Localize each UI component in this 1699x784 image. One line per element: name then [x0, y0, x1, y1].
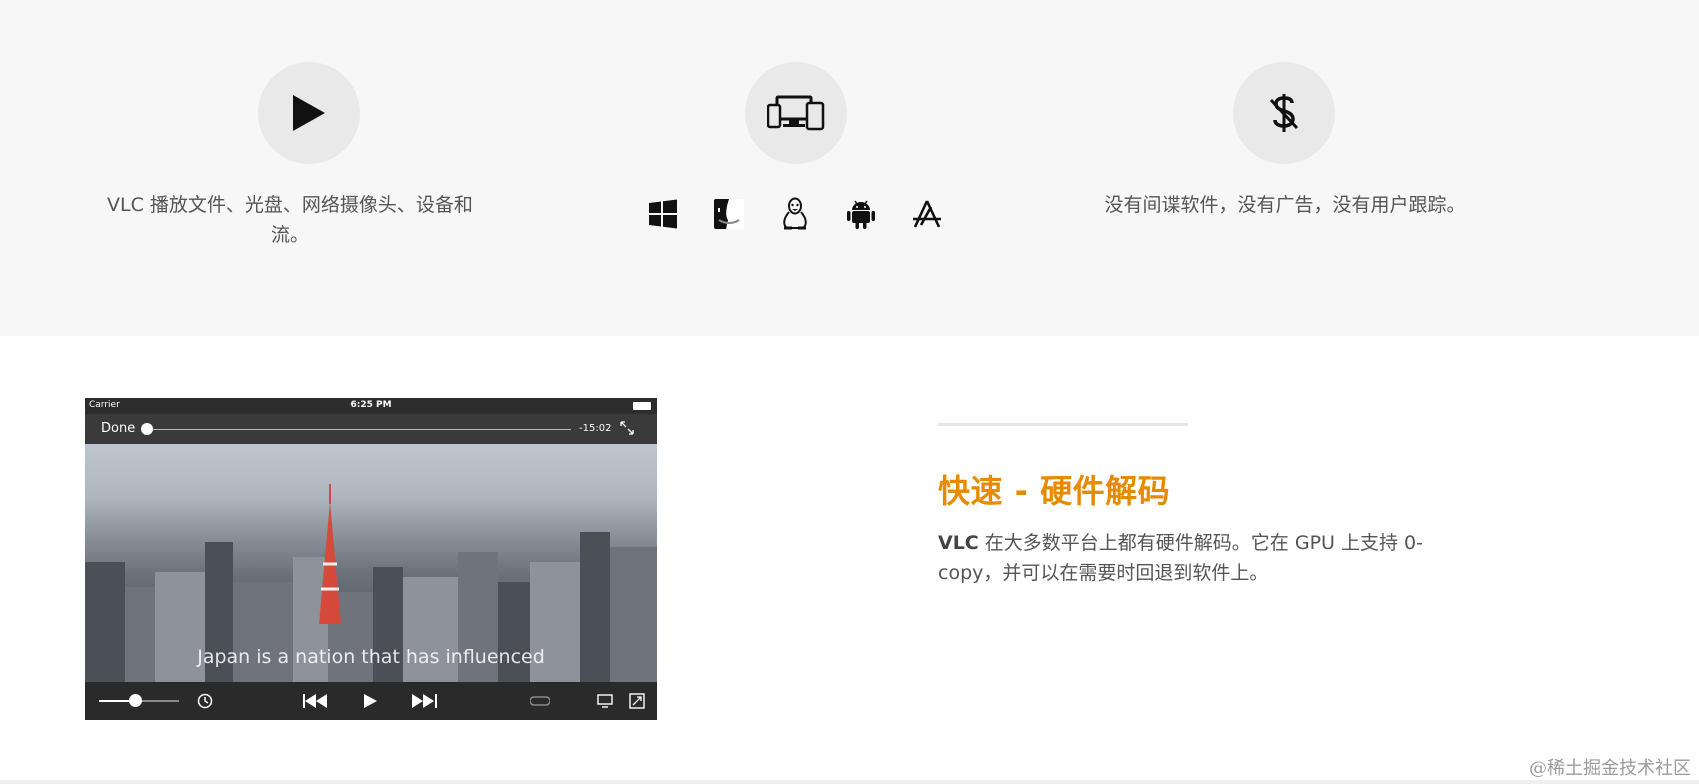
android-icon[interactable]	[843, 196, 879, 232]
macos-finder-icon[interactable]	[711, 196, 747, 232]
windows-icon[interactable]	[645, 196, 681, 232]
linux-tux-icon[interactable]	[777, 196, 813, 232]
player-screenshot: Carrier 6:25 PM Done -15:02 Japan is a n	[85, 398, 657, 720]
section-divider	[938, 423, 1188, 426]
desc-text: 在大多数平台上都有硬件解码。它在 GPU 上支持 0-copy，并可以在需要时回…	[938, 532, 1423, 584]
ios-status-bar: Carrier 6:25 PM	[85, 398, 657, 414]
feature-devices-circle	[745, 62, 847, 164]
volume-knob[interactable]	[129, 694, 142, 707]
bottom-border	[0, 780, 1699, 784]
next-icon[interactable]	[412, 691, 438, 711]
play-icon	[293, 95, 325, 131]
feature-play-circle	[258, 62, 360, 164]
done-button[interactable]: Done	[101, 421, 135, 436]
player-controls	[85, 682, 657, 720]
desc-strong: VLC	[938, 532, 979, 554]
no-dollar-icon	[1269, 94, 1299, 132]
airplay-icon[interactable]	[597, 691, 613, 711]
progress-track[interactable]	[147, 429, 571, 430]
status-clock: 6:25 PM	[350, 400, 392, 410]
battery-icon	[633, 402, 651, 410]
feature-free-text: 没有间谍软件，没有广告，没有用户跟踪。	[1104, 194, 1466, 216]
progress-knob[interactable]	[141, 423, 153, 435]
player-top-bar: Done -15:02	[85, 414, 657, 444]
feature-free-circle	[1233, 62, 1335, 164]
video-frame: Japan is a nation that has influenced	[85, 444, 657, 682]
devices-icon	[767, 95, 825, 131]
tower-graphic	[319, 484, 341, 624]
fullscreen-icon[interactable]	[619, 420, 635, 436]
features-band: VLC 播放文件、光盘、网络摄像头、设备和流。 没有间谍软件，没有广告，没有用户…	[0, 0, 1699, 336]
watermark: @稀土掘金技术社区	[1529, 758, 1691, 779]
play-button-icon[interactable]	[362, 691, 378, 711]
app-store-icon[interactable]	[909, 196, 945, 232]
feature-play-text: VLC 播放文件、光盘、网络摄像头、设备和流。	[107, 194, 473, 246]
sleep-timer-icon[interactable]	[197, 691, 213, 711]
platform-list	[645, 196, 945, 232]
section-description: VLC 在大多数平台上都有硬件解码。它在 GPU 上支持 0-copy，并可以在…	[938, 528, 1458, 588]
repeat-icon[interactable]	[530, 691, 550, 711]
video-subtitle: Japan is a nation that has influenced	[197, 646, 545, 668]
remaining-time: -15:02	[579, 423, 612, 434]
section-heading: 快速 - 硬件解码	[938, 472, 1171, 510]
previous-icon[interactable]	[303, 691, 329, 711]
aspect-ratio-icon[interactable]	[629, 691, 645, 711]
